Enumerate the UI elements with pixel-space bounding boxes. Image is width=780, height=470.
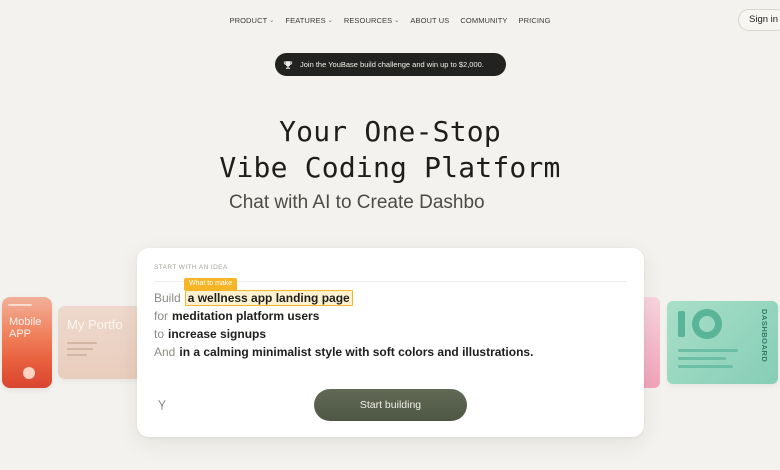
- prompt-line-build: Build a wellness app landing page: [154, 289, 353, 307]
- nav-item-label: PRODUCT: [229, 15, 268, 25]
- prompt-field-style[interactable]: in a calming minimalist style with soft …: [179, 345, 533, 359]
- prompt-field-what[interactable]: a wellness app landing page: [184, 290, 353, 306]
- template-card-label: Mobile APP: [9, 316, 42, 340]
- prompt-line-and: And in a calming minimalist style with so…: [154, 343, 533, 361]
- card-decoration: [67, 354, 87, 356]
- prompt-card: START WITH AN IDEA What to make Build a w…: [137, 248, 644, 437]
- nav-item-label: PRICING: [518, 15, 551, 25]
- nav-item-label: COMMUNITY: [460, 15, 508, 25]
- card-decoration: [678, 311, 685, 337]
- trophy-icon: [283, 60, 293, 70]
- nav-item-community[interactable]: COMMUNITY: [460, 13, 507, 27]
- card-decoration: [678, 365, 733, 368]
- hero-title-line-1: Your One-Stop: [279, 115, 501, 148]
- wand-icon[interactable]: [157, 398, 167, 410]
- template-card-portfolio[interactable]: My Portfo: [58, 306, 142, 379]
- start-building-button[interactable]: Start building: [314, 389, 467, 421]
- prompt-section-label: START WITH AN IDEA: [154, 264, 228, 271]
- hero-title: Your One-Stop Vibe Coding Platform: [0, 114, 780, 186]
- card-decoration: [8, 304, 32, 306]
- chevron-down-icon: ⌄: [269, 17, 275, 24]
- card-decoration: [678, 349, 738, 352]
- nav-item-about-us[interactable]: ABOUT US: [410, 13, 449, 27]
- sign-in-button[interactable]: Sign in: [738, 9, 780, 31]
- template-card-dashboard[interactable]: DASHBOARD: [667, 301, 778, 384]
- nav-item-features[interactable]: FEATURES ⌄: [285, 13, 332, 27]
- card-illustration: [23, 367, 35, 379]
- nav-item-resources[interactable]: RESOURCES ⌄: [344, 13, 400, 27]
- card-decoration: [692, 309, 722, 339]
- card-decoration: [678, 357, 726, 360]
- nav-item-pricing[interactable]: PRICING: [519, 13, 551, 27]
- prompt-line-to: to increase signups: [154, 325, 266, 343]
- chevron-down-icon: ⌄: [394, 17, 400, 24]
- prompt-keyword: And: [154, 345, 176, 359]
- card-decoration: [67, 342, 97, 344]
- banner-text: Join the YouBase build challenge and win…: [300, 60, 484, 69]
- prompt-field-audience[interactable]: meditation platform users: [172, 309, 319, 323]
- challenge-banner[interactable]: Join the YouBase build challenge and win…: [275, 53, 506, 76]
- template-card-label: DASHBOARD: [760, 309, 769, 363]
- prompt-keyword: for: [154, 309, 169, 323]
- template-card-label: My Portfo: [67, 317, 123, 332]
- prompt-field-goal[interactable]: increase signups: [168, 327, 266, 341]
- prompt-line-for: for meditation platform users: [154, 307, 319, 325]
- prompt-keyword: to: [154, 327, 165, 341]
- hero-title-line-2: Vibe Coding Platform: [219, 151, 561, 184]
- template-card-mobile-app[interactable]: Mobile APP: [2, 297, 52, 388]
- prompt-keyword: Build: [154, 291, 181, 305]
- nav-item-label: RESOURCES: [343, 15, 393, 25]
- nav-item-label: FEATURES: [285, 15, 326, 25]
- nav-item-label: ABOUT US: [410, 15, 450, 25]
- chevron-down-icon: ⌄: [327, 17, 333, 24]
- top-nav: PRODUCT ⌄ FEATURES ⌄ RESOURCES ⌄ ABOUT U…: [0, 13, 780, 27]
- hero-subtitle: Chat with AI to Create Dashbo: [229, 192, 485, 213]
- nav-item-product[interactable]: PRODUCT ⌄: [229, 13, 274, 27]
- card-decoration: [67, 348, 93, 350]
